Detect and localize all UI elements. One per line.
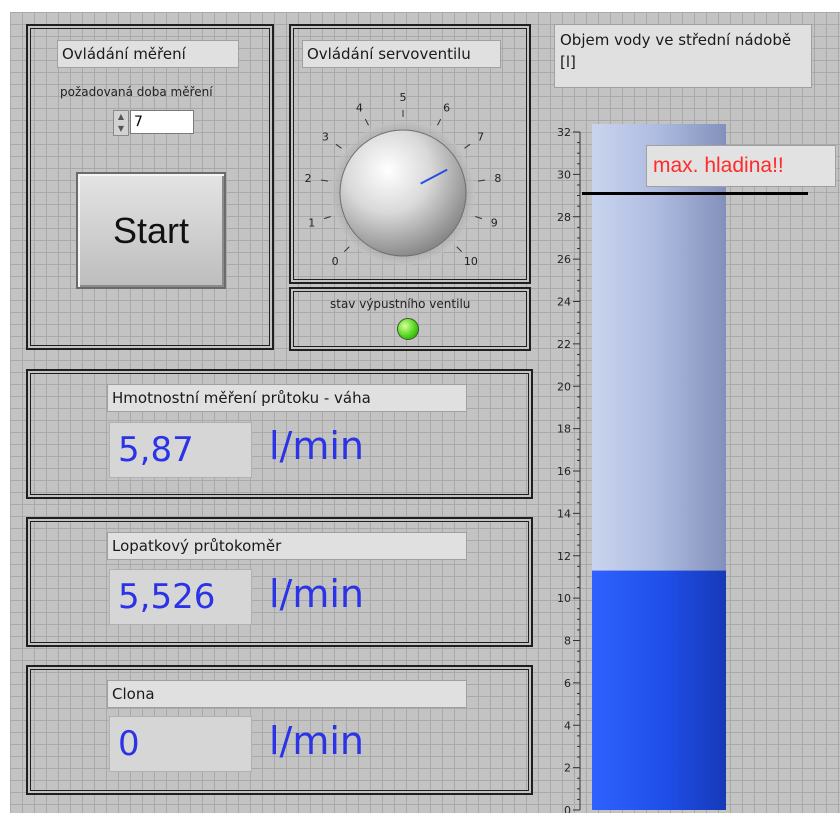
tank-tick-label: 12 xyxy=(557,550,571,563)
knob-tick xyxy=(456,246,463,253)
knob-tick xyxy=(475,216,483,220)
knob-tick xyxy=(364,118,369,126)
tank-tick-label: 28 xyxy=(557,211,571,224)
tank-tick-label: 20 xyxy=(557,380,571,393)
measurement-control-title: Ovládání měření xyxy=(57,40,239,68)
flow-unit-scale: l/min xyxy=(269,424,365,468)
knob-tick xyxy=(335,143,342,149)
flow-value-paddle: 5,526 xyxy=(109,569,252,625)
tank-label: Objem vody ve střední nádobě [l] xyxy=(554,24,812,88)
tank-tick-label: 22 xyxy=(557,338,571,351)
knob-tick-label: 10 xyxy=(464,255,478,268)
start-button[interactable]: Start xyxy=(76,172,226,289)
tank-tick-label: 16 xyxy=(557,465,571,478)
duration-label: požadovaná doba měření xyxy=(60,85,213,99)
flow-value-orifice: 0 xyxy=(109,716,252,772)
duration-input[interactable]: 7 xyxy=(130,110,194,134)
tank-tick-label: 4 xyxy=(564,719,571,732)
duration-stepper-arrows[interactable]: ▲ ▼ xyxy=(113,110,129,136)
knob-tick-label: 2 xyxy=(305,172,312,185)
knob-tick-label: 5 xyxy=(400,91,407,104)
flow-value-scale: 5,87 xyxy=(109,422,252,478)
tank-tick-label: 14 xyxy=(557,507,571,520)
knob-tick xyxy=(464,143,471,149)
flow-label-paddle: Lopatkový průtokoměr xyxy=(107,532,467,560)
tank-scale: 02468101214161820222426283032 xyxy=(557,126,581,813)
tank-tick-label: 6 xyxy=(564,677,571,690)
knob-tick-label: 9 xyxy=(491,217,498,230)
tank-indicator: 02468101214161820222426283032 xyxy=(557,124,808,813)
tank-tick-label: 32 xyxy=(557,126,571,139)
knob-tick xyxy=(323,216,331,220)
knob-tick-label: 3 xyxy=(322,131,329,144)
flow-label-orifice: Clona xyxy=(107,680,467,708)
tank-tick-label: 8 xyxy=(564,635,571,648)
servo-knob-dial[interactable]: 0 1 2 3 4 5 6 7 8 9 10 xyxy=(290,80,526,280)
knob-tick xyxy=(477,179,486,182)
tank-tick-label: 2 xyxy=(564,762,571,775)
knob-tick xyxy=(343,246,350,253)
flow-unit-orifice: l/min xyxy=(269,719,365,763)
tank-tick-label: 10 xyxy=(557,592,571,605)
knob-tick-label: 4 xyxy=(356,101,363,114)
knob[interactable] xyxy=(339,129,467,257)
servo-control-title: Ovládání servoventilu xyxy=(302,40,501,68)
knob-tick-label: 1 xyxy=(308,217,315,230)
max-level-label: max. hladina!! xyxy=(646,145,836,187)
tank-tick-label: 24 xyxy=(557,296,571,309)
tank-tick-label: 0 xyxy=(564,804,571,813)
tank-tick-label: 18 xyxy=(557,423,571,436)
knob-tick-label: 6 xyxy=(443,101,450,114)
knob-tick xyxy=(320,179,329,182)
outlet-valve-label: stav výpustního ventilu xyxy=(330,297,471,311)
tank-tick-label: 26 xyxy=(557,253,571,266)
tank-fill-level xyxy=(592,570,726,810)
tank-tick-label: 30 xyxy=(557,168,571,181)
knob-tick-label: 0 xyxy=(332,255,339,268)
knob-tick-label: 7 xyxy=(477,131,484,144)
flow-unit-paddle: l/min xyxy=(269,572,365,616)
front-panel: Ovládání měření požadovaná doba měření ▲… xyxy=(10,12,840,813)
knob-tick-label: 8 xyxy=(494,172,501,185)
outlet-valve-led xyxy=(397,318,419,340)
knob-tick xyxy=(437,118,442,126)
flow-label-scale: Hmotnostní měření průtoku - váha xyxy=(107,384,467,412)
